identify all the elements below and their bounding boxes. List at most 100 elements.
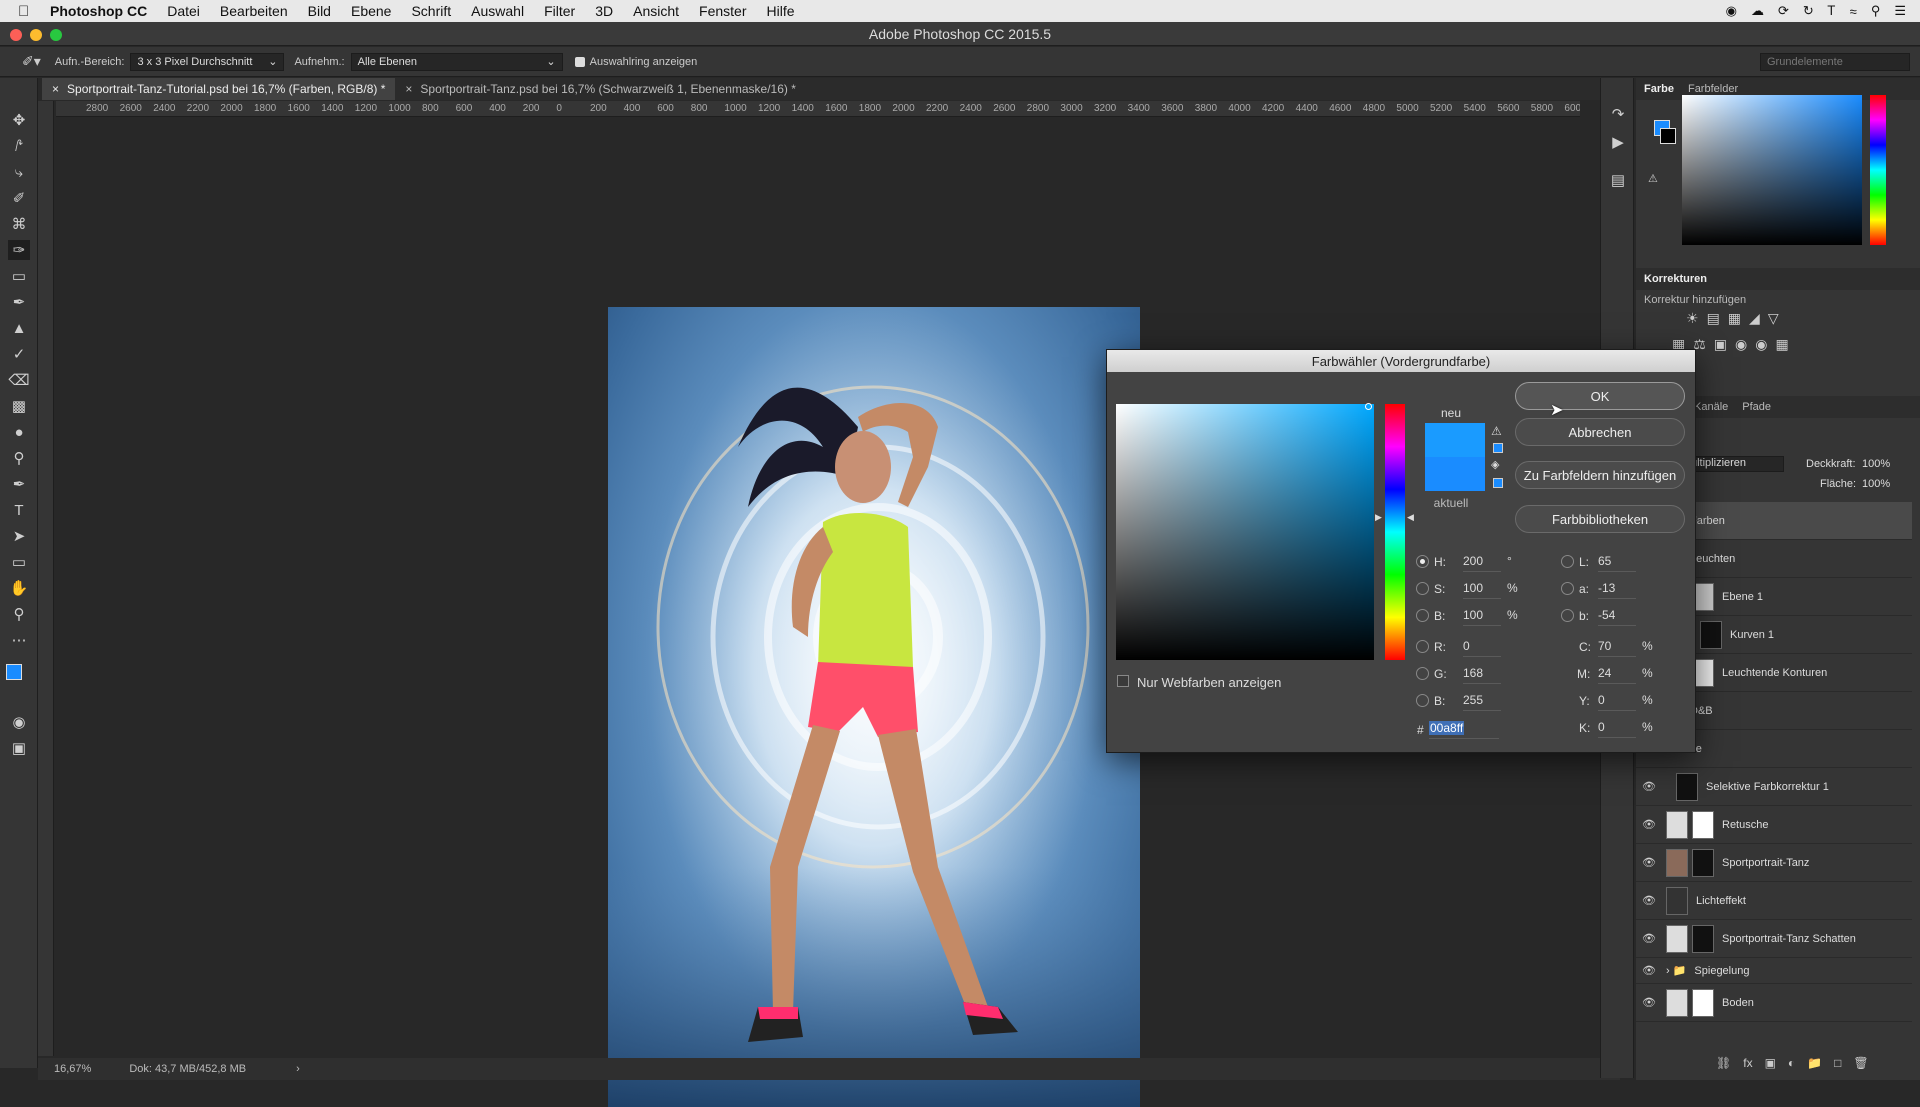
new-group-icon[interactable]: 📁 xyxy=(1807,1056,1822,1070)
field-l[interactable]: 65 xyxy=(1598,554,1636,572)
layer-group-row[interactable]: 👁 › 📁 Spiegelung xyxy=(1636,958,1912,984)
field-y[interactable]: 0 xyxy=(1598,693,1636,711)
add-to-swatches-button[interactable]: Zu Farbfeldern hinzufügen xyxy=(1515,461,1685,489)
notification-icon[interactable]: ☰ xyxy=(1894,3,1906,19)
layer-row[interactable]: 👁 Lichteffekt xyxy=(1636,882,1912,920)
zoom-tool-icon[interactable]: ⚲ xyxy=(8,604,30,624)
color-field[interactable] xyxy=(1682,95,1862,245)
radio-s[interactable] xyxy=(1416,582,1429,595)
fx-icon[interactable]: fx xyxy=(1743,1056,1752,1070)
hue-slider[interactable] xyxy=(1870,95,1886,245)
radio-r[interactable] xyxy=(1416,640,1429,653)
pen-tool-icon[interactable]: ✒ xyxy=(8,474,30,494)
apple-icon[interactable]:  xyxy=(18,3,40,20)
tab-document-2[interactable]: × Sportportrait-Tanz.psd bei 16,7% (Schwa… xyxy=(395,78,806,100)
menu-fenster[interactable]: Fenster xyxy=(699,3,746,19)
workspace-select[interactable]: Grundelemente xyxy=(1760,52,1910,71)
crop-tool-icon[interactable]: ⌘ xyxy=(8,214,30,234)
tab-pfade[interactable]: Pfade xyxy=(1742,401,1771,413)
eye-icon[interactable]: 👁 xyxy=(1636,856,1662,869)
close-icon[interactable]: × xyxy=(405,82,412,96)
gamut-color-swatch[interactable] xyxy=(1493,443,1503,453)
hand-tool-icon[interactable]: ✋ xyxy=(8,578,30,598)
exposure-icon[interactable]: ◢ xyxy=(1749,310,1760,327)
layer-row[interactable]: 👁 Retusche xyxy=(1636,806,1912,844)
radio-brightness[interactable] xyxy=(1416,609,1429,622)
show-ring-checkbox[interactable] xyxy=(574,56,585,67)
black-white-icon[interactable]: ▣ xyxy=(1714,336,1727,353)
screen-mode-icon[interactable]: ▣ xyxy=(8,738,30,758)
radio-g[interactable] xyxy=(1416,667,1429,680)
levels-icon[interactable]: ▤ xyxy=(1707,310,1720,327)
hue-slider-left-arrow[interactable]: ▶ xyxy=(1375,512,1382,523)
add-mask-icon[interactable]: ▣ xyxy=(1765,1056,1776,1070)
field-r[interactable]: 0 xyxy=(1463,639,1501,657)
eraser-tool-icon[interactable]: ⌫ xyxy=(8,370,30,390)
eyedropper-tool-icon[interactable]: ✑ xyxy=(8,240,30,260)
layer-row[interactable]: 👁 Selektive Farbkorrektur 1 xyxy=(1636,768,1912,806)
web-safe-cube-icon[interactable]: ◈ xyxy=(1491,458,1499,471)
menu-ansicht[interactable]: Ansicht xyxy=(633,3,679,19)
close-window-icon[interactable] xyxy=(10,29,22,41)
menu-auswahl[interactable]: Auswahl xyxy=(471,3,524,19)
sync-icon[interactable]: ⟳ xyxy=(1778,3,1789,19)
history-brush-tool-icon[interactable]: ✓ xyxy=(8,344,30,364)
document-image[interactable] xyxy=(608,307,1140,1107)
time-machine-icon[interactable]: ↻ xyxy=(1803,3,1814,19)
menu-schrift[interactable]: Schrift xyxy=(411,3,451,19)
blur-tool-icon[interactable]: ● xyxy=(8,422,30,442)
sample-area-select[interactable]: 3 x 3 Pixel Durchschnitt ⌄ xyxy=(130,52,285,71)
zoom-level[interactable]: 16,67% xyxy=(54,1063,91,1075)
link-icon[interactable]: ⛓ xyxy=(1716,1056,1731,1070)
vibrance-icon[interactable]: ▽ xyxy=(1768,310,1779,327)
marquee-tool-icon[interactable]: ⭚ xyxy=(8,136,30,156)
field-m[interactable]: 24 xyxy=(1598,666,1636,684)
radio-a[interactable] xyxy=(1561,582,1574,595)
opacity-value[interactable]: 100% xyxy=(1862,458,1890,470)
field-brightness[interactable]: 100 xyxy=(1463,608,1501,626)
adjustment-layer-icon[interactable]: ◐ xyxy=(1788,1056,1795,1070)
path-selection-tool-icon[interactable]: ➤ xyxy=(8,526,30,546)
tab-farbe[interactable]: Farbe xyxy=(1644,83,1674,95)
cloud-icon[interactable]: ☁ xyxy=(1751,3,1764,19)
field-c[interactable]: 70 xyxy=(1598,639,1636,657)
eye-icon[interactable]: 👁 xyxy=(1636,996,1662,1009)
eye-icon[interactable]: 👁 xyxy=(1636,818,1662,831)
radio-l[interactable] xyxy=(1561,555,1574,568)
new-layer-icon[interactable]: □ xyxy=(1834,1056,1841,1070)
brush-tool-icon[interactable]: ✒ xyxy=(8,292,30,312)
hex-field[interactable]: 00a8ff xyxy=(1429,721,1499,739)
quick-selection-tool-icon[interactable]: ✐ xyxy=(8,188,30,208)
current-color-preview[interactable] xyxy=(1425,457,1485,491)
color-field-marker[interactable] xyxy=(1365,403,1372,410)
channel-mixer-icon[interactable]: ◉ xyxy=(1755,336,1767,353)
color-lookup-icon[interactable]: ▦ xyxy=(1775,336,1788,353)
eyedropper-preset-icon[interactable]: ✐▾ xyxy=(22,53,41,70)
field-g[interactable]: 168 xyxy=(1463,666,1501,684)
layer-row[interactable]: 👁 Sportportrait-Tanz xyxy=(1636,844,1912,882)
web-safe-color-swatch[interactable] xyxy=(1493,478,1503,488)
field-a[interactable]: -13 xyxy=(1598,581,1636,599)
field-k[interactable]: 0 xyxy=(1598,720,1636,738)
menu-hilfe[interactable]: Hilfe xyxy=(767,3,795,19)
menu-filter[interactable]: Filter xyxy=(544,3,575,19)
field-s[interactable]: 100 xyxy=(1463,581,1501,599)
lasso-tool-icon[interactable]: ⤷ xyxy=(8,162,30,182)
radio-h[interactable] xyxy=(1416,555,1429,568)
web-colors-checkbox[interactable] xyxy=(1117,675,1129,687)
more-tools-icon[interactable]: ⋯ xyxy=(8,630,30,650)
cancel-button[interactable]: Abbrechen xyxy=(1515,418,1685,446)
quick-mask-icon[interactable]: ◉ xyxy=(8,712,30,732)
actions-panel-icon[interactable]: ▶ xyxy=(1607,132,1629,152)
eye-icon[interactable]: 👁 xyxy=(1636,894,1662,907)
zoom-window-icon[interactable] xyxy=(50,29,62,41)
layer-row[interactable]: 👁 Boden xyxy=(1636,984,1912,1022)
field-h[interactable]: 200 xyxy=(1463,554,1501,572)
menu-datei[interactable]: Datei xyxy=(167,3,200,19)
foreground-color-swatch[interactable] xyxy=(6,664,22,680)
color-libraries-button[interactable]: Farbbibliotheken xyxy=(1515,505,1685,533)
layer-row[interactable]: 👁 Sportportrait-Tanz Schatten xyxy=(1636,920,1912,958)
gradient-tool-icon[interactable]: ▩ xyxy=(8,396,30,416)
spotlight-icon[interactable]: ⚲ xyxy=(1871,3,1881,19)
type-tool-icon[interactable]: T xyxy=(8,500,30,520)
